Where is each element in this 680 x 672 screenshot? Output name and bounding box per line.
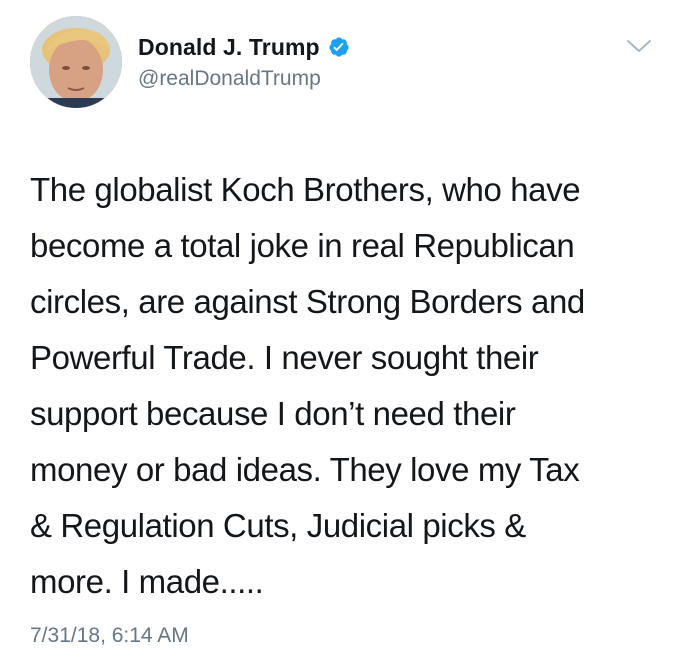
avatar-portrait	[30, 16, 122, 108]
author-handle[interactable]: @realDonaldTrump	[138, 67, 321, 91]
tweet-text-line: become a total joke in real Republican	[30, 227, 575, 264]
tweet-text-line: Powerful Trade. I never sought their	[30, 339, 539, 376]
tweet-timestamp[interactable]: 7/31/18, 6:14 AM	[30, 624, 189, 648]
tweet-text-line: & Regulation Cuts, Judicial picks &	[30, 507, 526, 544]
author-display-name[interactable]: Donald J. Trump	[138, 34, 320, 61]
chevron-down-icon[interactable]	[626, 38, 652, 54]
tweet-text: The globalist Koch Brothers, who have be…	[30, 162, 670, 610]
tweet-text-line: circles, are against Strong Borders and	[30, 283, 585, 320]
author-name-row[interactable]: Donald J. Trump	[138, 30, 350, 64]
tweet-text-line: money or bad ideas. They love my Tax	[30, 451, 580, 488]
tweet-text-line: The globalist Koch Brothers, who have	[30, 171, 581, 208]
tweet-text-line: support because I don’t need their	[30, 395, 516, 432]
tweet-text-line: more. I made.....	[30, 563, 264, 600]
tweet-card: Donald J. Trump @realDonaldTrump The glo…	[0, 0, 680, 672]
avatar[interactable]	[30, 16, 122, 108]
verified-badge-icon	[328, 36, 350, 58]
